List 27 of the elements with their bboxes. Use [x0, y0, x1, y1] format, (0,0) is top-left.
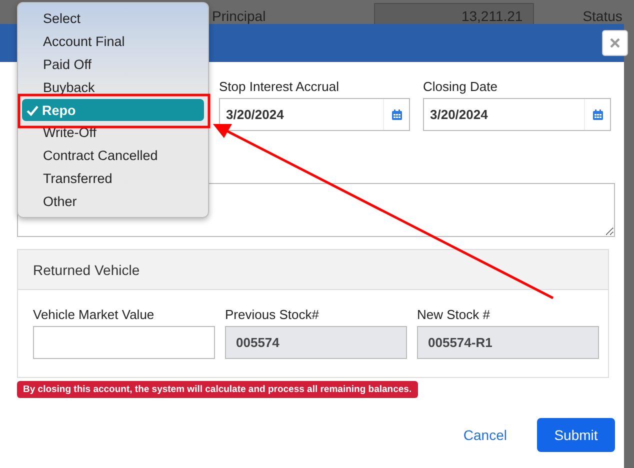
input-field[interactable] [33, 326, 215, 359]
close-icon [610, 38, 620, 48]
dropdown-option[interactable]: Transferred [22, 167, 204, 190]
field-label: Previous Stock# [225, 307, 320, 322]
principal-label: Principal [212, 8, 266, 24]
close-button[interactable] [602, 30, 628, 56]
dropdown-option[interactable]: Contract Cancelled [22, 144, 204, 168]
calendar-icon[interactable] [390, 108, 402, 120]
dropdown-option[interactable]: Paid Off [22, 52, 204, 76]
warning-message: By closing this account, the system will calculate and process all remaining balances. [17, 381, 418, 398]
field-label: Vehicle Market Value [33, 307, 156, 322]
submit-button[interactable]: Submit [537, 418, 615, 452]
dropdown-option[interactable]: Select [22, 7, 204, 30]
cancel-button[interactable]: Cancel [463, 418, 507, 452]
dropdown-option[interactable]: Account Final [22, 30, 204, 53]
panel-title: Returned Vehicle [33, 262, 140, 278]
field-label: Closing Date [423, 79, 498, 94]
dropdown-option[interactable]: Other [22, 190, 204, 214]
field-label: New Stock # [417, 307, 491, 322]
field-label: Stop Interest Accrual [219, 79, 340, 94]
checkmark-icon [26, 104, 39, 116]
dropdown-option[interactable]: Write-Off [22, 121, 204, 144]
dropdown-option[interactable]: Buyback [22, 76, 204, 99]
dropdown-option[interactable]: Repo [22, 98, 204, 122]
date-field[interactable]: 3/20/2024 [423, 98, 611, 131]
status-label: Status [582, 8, 622, 24]
calendar-icon[interactable] [592, 108, 604, 120]
